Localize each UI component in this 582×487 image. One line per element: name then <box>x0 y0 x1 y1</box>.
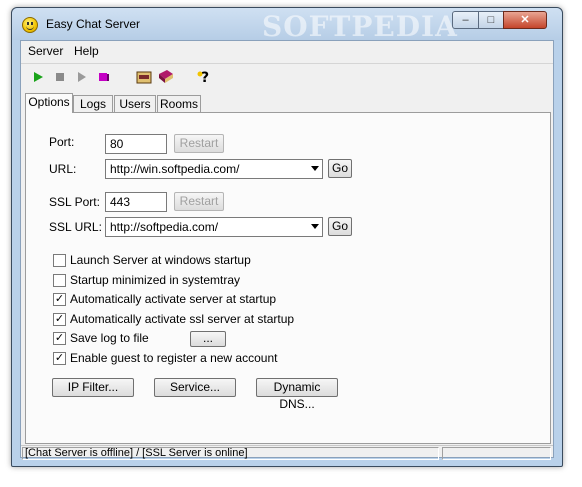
tab-users[interactable]: Users <box>114 95 156 112</box>
ssl-url-go-button[interactable]: Go <box>328 217 352 236</box>
port-input[interactable]: 80 <box>105 134 167 154</box>
play-icon[interactable] <box>29 68 47 86</box>
checkbox-label: Launch Server at windows startup <box>70 253 251 267</box>
ssl-url-combobox[interactable]: http://softpedia.com/ <box>105 217 323 237</box>
url-label: URL: <box>49 162 77 176</box>
checkbox-box[interactable]: ✓ <box>53 352 66 365</box>
checkbox-box[interactable] <box>53 254 66 267</box>
options-panel: Port: 80 Restart URL: http://win.softped… <box>25 112 551 444</box>
ssl-restart-button[interactable]: Restart <box>174 192 224 211</box>
watermark-logo: SOFTPEDIA <box>262 10 458 43</box>
help-icon[interactable]: ? <box>195 68 213 86</box>
checkbox-label: Enable guest to register a new account <box>70 351 278 365</box>
dynamic-dns-button[interactable]: Dynamic DNS... <box>256 378 338 411</box>
app-window: Easy Chat Server SOFTPEDIA – □ ✕ Server … <box>11 7 563 467</box>
tab-options[interactable]: Options <box>25 93 73 113</box>
menu-server[interactable]: Server <box>28 44 63 58</box>
eraser-icon[interactable] <box>95 68 113 86</box>
restart-button[interactable]: Restart <box>174 134 224 153</box>
status-text: [Chat Server is offline] / [SSL Server i… <box>22 447 439 460</box>
checkbox-box[interactable]: ✓ <box>53 332 66 345</box>
checkbox-box[interactable]: ✓ <box>53 293 66 306</box>
status-pane-empty <box>442 447 551 460</box>
ssl-port-input[interactable]: 443 <box>105 192 167 212</box>
url-combobox[interactable]: http://win.softpedia.com/ <box>105 159 323 179</box>
menu-bar: Server Help <box>21 41 553 61</box>
window-title: Easy Chat Server <box>46 17 141 31</box>
close-button[interactable]: ✕ <box>503 11 547 29</box>
port-label: Port: <box>49 135 75 149</box>
checkbox-label: Automatically activate server at startup <box>70 292 277 306</box>
maximize-button[interactable]: □ <box>478 11 504 29</box>
ip-filter-button[interactable]: IP Filter... <box>52 378 134 397</box>
svg-text:?: ? <box>201 70 209 86</box>
minimize-button[interactable]: – <box>452 11 479 29</box>
checkbox-label: Save log to file <box>70 331 149 345</box>
checkbox-label: Automatically activate ssl server at sta… <box>70 312 295 326</box>
url-go-button[interactable]: Go <box>328 159 352 178</box>
checkbox-box[interactable] <box>53 274 66 287</box>
stop-icon[interactable] <box>51 68 69 86</box>
url-value: http://win.softpedia.com/ <box>110 162 240 176</box>
status-bar: [Chat Server is offline] / [SSL Server i… <box>21 445 553 460</box>
title-bar[interactable]: Easy Chat Server SOFTPEDIA – □ ✕ <box>12 8 562 43</box>
tab-logs[interactable]: Logs <box>73 95 113 112</box>
tab-rooms[interactable]: Rooms <box>157 95 201 112</box>
checkbox-box[interactable]: ✓ <box>53 313 66 326</box>
book-icon[interactable] <box>157 68 175 86</box>
pause-icon[interactable] <box>73 68 91 86</box>
menu-help[interactable]: Help <box>74 44 99 58</box>
browse-log-button[interactable]: ... <box>190 331 226 347</box>
toolbar: ? <box>21 63 553 90</box>
service-button[interactable]: Service... <box>154 378 236 397</box>
chat-icon[interactable] <box>135 68 153 86</box>
tab-strip: Options Logs Users Rooms <box>21 93 553 113</box>
smiley-app-icon <box>22 17 38 33</box>
chevron-down-icon[interactable] <box>311 166 319 171</box>
chevron-down-icon[interactable] <box>311 224 319 229</box>
ssl-port-label: SSL Port: <box>49 195 100 209</box>
checkbox-label: Startup minimized in systemtray <box>70 273 241 287</box>
ssl-url-label: SSL URL: <box>49 220 102 234</box>
client-area: Server Help ? Options Logs Users Rooms P… <box>20 40 554 460</box>
ssl-url-value: http://softpedia.com/ <box>110 220 219 234</box>
